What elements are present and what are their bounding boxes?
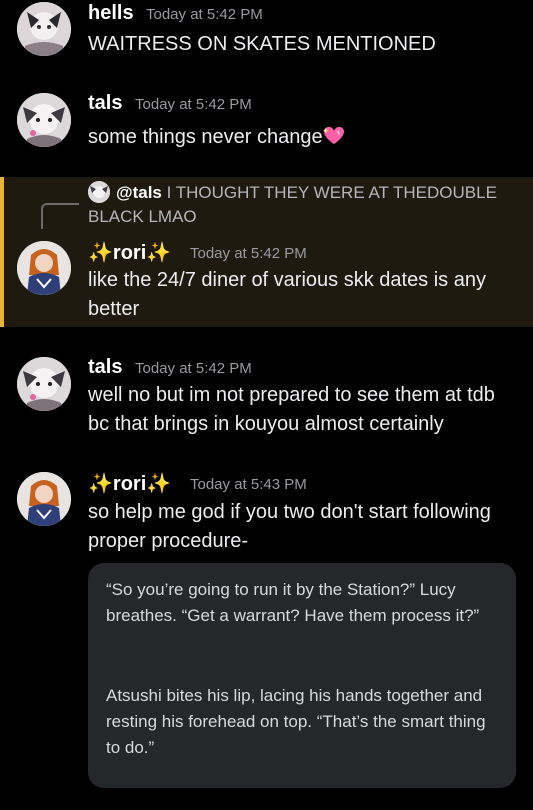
username-row[interactable]: ✨rori✨	[88, 240, 171, 265]
avatar-rori[interactable]	[17, 241, 71, 295]
timestamp: Today at 5:43 PM	[190, 476, 307, 493]
message-text: some things never change	[88, 126, 323, 148]
avatar-tals[interactable]	[17, 357, 71, 411]
username[interactable]: tals	[88, 92, 122, 115]
sparkles-icon: ✨	[146, 242, 172, 264]
message-text: so help me god if you two don't start fo…	[88, 501, 491, 552]
username[interactable]: rori	[113, 242, 146, 264]
message-text-row: some things never change	[88, 123, 345, 152]
reply-connector	[41, 203, 79, 229]
timestamp: Today at 5:42 PM	[190, 245, 307, 262]
sparkling-heart-icon	[322, 126, 344, 145]
avatar-rori[interactable]	[17, 472, 71, 526]
username[interactable]: rori	[113, 473, 146, 495]
timestamp: Today at 5:42 PM	[135, 96, 252, 113]
quote-paragraph: Atsushi bites his lip, lacing his hands …	[106, 686, 486, 757]
message-text: like the 24/7 diner of various skk dates…	[88, 269, 486, 320]
username[interactable]: tals	[88, 356, 122, 379]
reply-mention[interactable]: @tals	[116, 183, 162, 202]
avatar-tals[interactable]	[17, 93, 71, 147]
username-row[interactable]: ✨rori✨	[88, 471, 171, 496]
message-text: WAITRESS ON SKATES MENTIONED	[88, 33, 436, 55]
timestamp: Today at 5:42 PM	[146, 6, 263, 23]
quote-paragraph: “So you’re going to run it by the Statio…	[106, 580, 480, 625]
sparkles-icon: ✨	[146, 473, 172, 495]
avatar-hells[interactable]	[17, 2, 71, 56]
sparkles-icon: ✨	[88, 242, 113, 264]
reply-preview[interactable]: @tals I THOUGHT THEY WERE AT THEDOUBLE B…	[88, 181, 518, 229]
message-text: well no but im not prepared to see them …	[88, 384, 495, 435]
timestamp: Today at 5:42 PM	[135, 360, 252, 377]
username[interactable]: hells	[88, 2, 134, 25]
sparkles-icon: ✨	[88, 473, 113, 495]
